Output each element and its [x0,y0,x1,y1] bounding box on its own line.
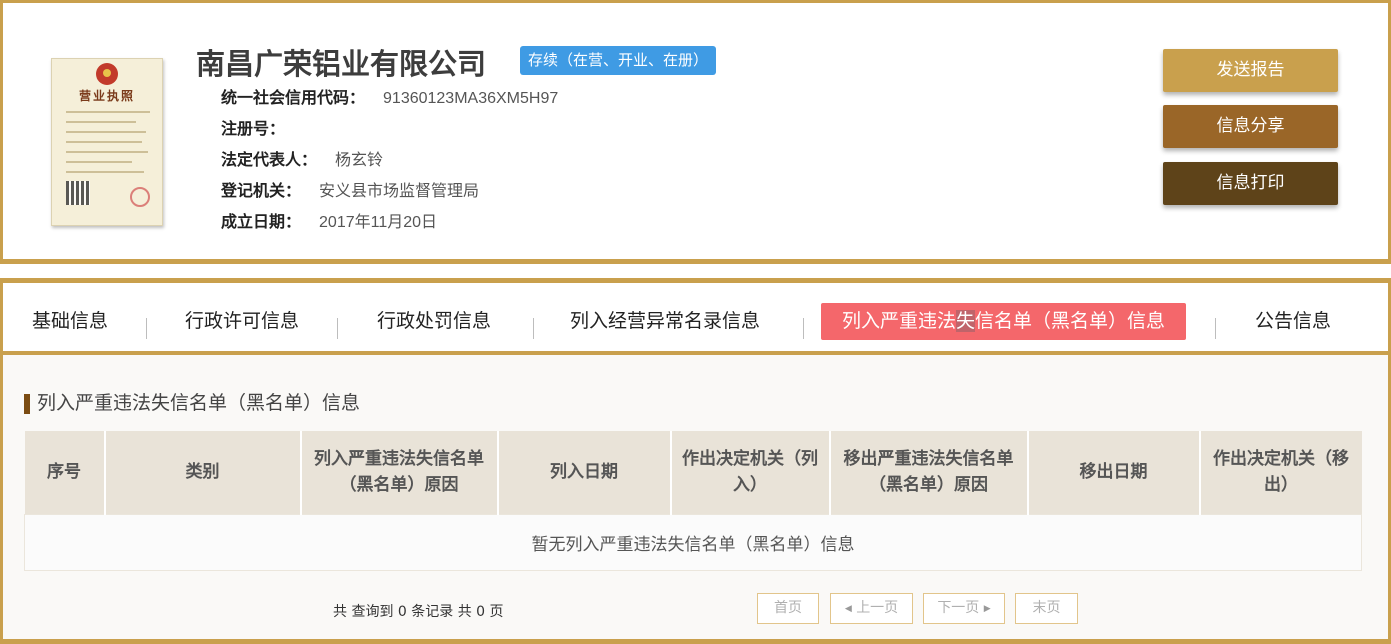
column-header-listing-reason: 列入严重违法失信名单（黑名单）原因 [300,431,499,514]
registration-authority-label: 登记机关： [221,181,302,200]
tab-label-part: 信名单（黑名单）信息 [975,310,1166,332]
last-page-button[interactable]: 末页 [1015,593,1078,624]
section-title: 列入严重违法失信名单（黑名单）信息 [24,393,360,414]
tab-separator [337,318,338,339]
tab-separator [1215,318,1216,339]
first-page-button[interactable]: 首页 [757,593,819,624]
tab-bar: 基础信息 行政许可信息 行政处罚信息 列入经营异常名录信息 列入严重违法失信名单… [3,283,1388,355]
record-count: 共 查询到 0 条记录 共 0 页 [333,604,504,620]
legal-representative-value: 杨玄铃 [335,152,384,169]
established-date-label: 成立日期： [221,212,302,231]
table-row: 暂无列入严重违法失信名单（黑名单）信息 [24,513,1362,571]
share-info-button[interactable]: 信息分享 [1163,105,1338,148]
registration-authority-value: 安义县市场监督管理局 [319,183,480,200]
tab-label-part: 列入严重违法 [842,310,957,332]
next-page-label: 下一页 [937,600,980,616]
column-header-listing-date: 列入日期 [497,431,672,514]
send-report-button[interactable]: 发送报告 [1163,49,1338,92]
tab-separator [533,318,534,339]
license-line [66,151,148,153]
established-date-row: 成立日期： 2017年11月20日 [221,212,437,233]
license-line [66,131,146,133]
chevron-right-icon: ▶ [983,604,991,614]
license-line [66,111,150,113]
column-header-removal-authority: 作出决定机关（移出） [1199,431,1362,514]
column-header-listing-authority: 作出决定机关（列入） [670,431,831,514]
credit-code-value: 91360123MA36XM5H97 [383,90,559,107]
established-date-value: 2017年11月20日 [319,214,438,231]
column-header-category: 类别 [104,431,302,514]
license-line [66,171,144,173]
table-header-row: 序号 类别 列入严重违法失信名单（黑名单）原因 列入日期 作出决定机关（列入） … [24,431,1362,514]
column-header-index: 序号 [24,431,106,514]
empty-table-message: 暂无列入严重违法失信名单（黑名单）信息 [24,513,1362,571]
tab-basic-info[interactable]: 基础信息 [32,303,108,340]
tab-separator [146,318,147,339]
company-name: 南昌广荣铝业有限公司 [196,47,487,81]
column-header-removal-date: 移出日期 [1027,431,1201,514]
prev-page-label: 上一页 [856,600,899,616]
detail-panel: 基础信息 行政许可信息 行政处罚信息 列入经营异常名录信息 列入严重违法失信名单… [0,278,1391,644]
credit-code-label: 统一社会信用代码： [221,88,366,107]
legal-representative-row: 法定代表人： 杨玄铃 [221,150,383,171]
prev-page-button[interactable]: ◀ 上一页 [830,593,913,624]
credit-code-row: 统一社会信用代码： 91360123MA36XM5H97 [221,88,558,109]
registration-number-row: 注册号： [221,119,303,140]
tab-administrative-license[interactable]: 行政许可信息 [185,303,299,340]
tab-administrative-penalty[interactable]: 行政处罚信息 [377,303,491,340]
license-line [66,121,136,123]
license-title: 营业执照 [78,89,135,103]
tab-label-highlight: 失 [956,310,976,332]
tab-separator [803,318,804,339]
registration-number-label: 注册号： [221,119,286,138]
official-seal-icon [130,187,150,207]
license-line [66,141,142,143]
legal-representative-label: 法定代表人： [221,150,318,169]
tab-announcement[interactable]: 公告信息 [1255,303,1331,340]
column-header-removal-reason: 移出严重违法失信名单（黑名单）原因 [829,431,1029,514]
status-badge: 存续（在营、开业、在册） [520,46,717,75]
registration-authority-row: 登记机关： 安义县市场监督管理局 [221,181,479,202]
qr-code-icon [66,181,90,205]
blacklist-table: 序号 类别 列入严重违法失信名单（黑名单）原因 列入日期 作出决定机关（列入） … [24,431,1362,571]
tab-abnormal-operation-list[interactable]: 列入经营异常名录信息 [570,303,760,340]
tab-serious-violation-blacklist[interactable]: 列入严重违法失信名单（黑名单）信息 [821,303,1187,340]
national-emblem-icon [96,63,118,85]
print-info-button[interactable]: 信息打印 [1163,162,1338,205]
business-license-thumbnail[interactable]: 营业执照 [51,58,163,226]
next-page-button[interactable]: 下一页 ▶ [923,593,1005,624]
company-card: 营业执照 南昌广荣铝业有限公司 存续（在营、开业、在册） 统一社会信用代码： 91… [0,0,1391,264]
license-line [66,161,132,163]
chevron-left-icon: ◀ [844,604,852,614]
